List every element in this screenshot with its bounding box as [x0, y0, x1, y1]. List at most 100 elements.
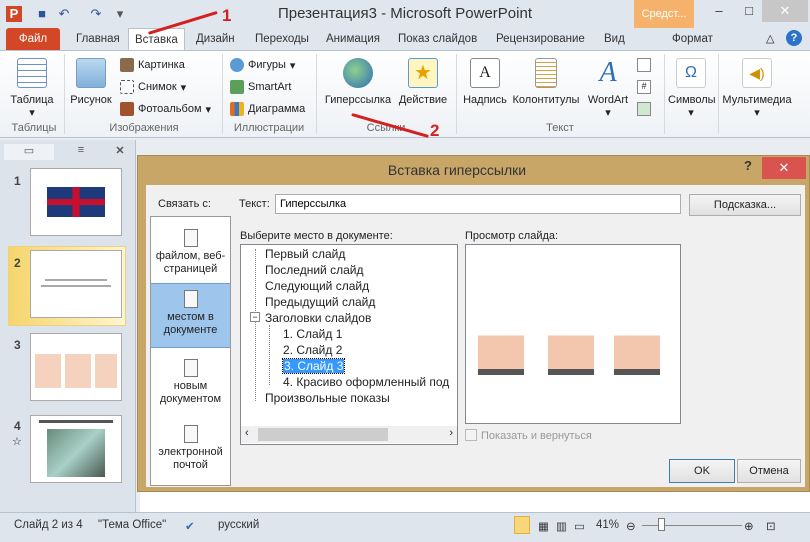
link-new-document[interactable]: новым документом [151, 353, 230, 406]
globe-link-icon [343, 58, 373, 88]
scroll-left-icon[interactable]: ‹ [245, 427, 249, 439]
link-email[interactable]: электронной почтой [151, 419, 230, 472]
tree-item[interactable]: 4. Красиво оформленный под [283, 375, 449, 389]
tree-item[interactable]: Заголовки слайдов [265, 311, 371, 325]
wordart-button[interactable]: A WordArt ▾ [584, 58, 632, 120]
tree-item[interactable]: Произвольные показы [265, 391, 390, 405]
slide-preview [465, 244, 681, 424]
dialog-help-button[interactable]: ? [744, 158, 752, 173]
zoom-slider-thumb[interactable] [658, 518, 665, 531]
tree-item[interactable]: Следующий слайд [265, 279, 369, 293]
help-icon[interactable]: ? [786, 30, 802, 46]
context-tab-tools[interactable]: Средст... [634, 0, 694, 28]
tab-view[interactable]: Вид [598, 28, 631, 50]
tree-item[interactable]: Предыдущий слайд [265, 295, 375, 309]
tree-item-selected[interactable]: 3. Слайд 3 [281, 358, 346, 374]
wordart-label: WordArt [587, 94, 629, 106]
file-web-icon [183, 229, 198, 247]
tab-review[interactable]: Рецензирование [490, 28, 591, 50]
header-footer-button[interactable]: Колонтитулы [510, 58, 582, 106]
zoom-in-button[interactable]: ⊕ [744, 519, 754, 533]
slideshow-icon[interactable]: ▭ [574, 519, 585, 533]
display-text-input[interactable] [275, 194, 681, 214]
show-and-return-checkbox[interactable] [465, 429, 477, 441]
fit-to-window-icon[interactable]: ⊡ [766, 519, 776, 533]
collapse-ribbon-icon[interactable]: △ [766, 32, 774, 45]
picture-label: Рисунок [70, 94, 112, 106]
slide-thumbnail-3[interactable] [30, 333, 122, 401]
zoom-level[interactable]: 41% [596, 519, 619, 531]
slides-tab[interactable]: ▭ [4, 144, 54, 160]
tab-design[interactable]: Дизайн [190, 28, 241, 50]
tab-home[interactable]: Главная [70, 28, 126, 50]
outline-tab[interactable]: ≡ [56, 144, 106, 160]
tree-horizontal-scrollbar[interactable]: ‹ › [241, 426, 457, 443]
slide-thumbnail-2[interactable] [30, 250, 122, 318]
textbox-icon: A [470, 58, 500, 88]
object-icon[interactable] [637, 102, 651, 116]
clipart-button[interactable]: Картинка [120, 58, 185, 72]
action-button[interactable]: ★ Действие [396, 58, 450, 106]
email-icon [183, 425, 198, 443]
document-place-tree[interactable]: Первый слайд Последний слайд Следующий с… [240, 244, 458, 445]
annotation-number-2: 2 [430, 121, 440, 140]
chart-button[interactable]: Диаграмма [230, 102, 305, 116]
close-window-button[interactable]: ✕ [762, 0, 808, 22]
shapes-label: Фигуры [248, 59, 286, 71]
hyperlink-button[interactable]: Гиперссылка [322, 58, 394, 106]
reading-view-icon[interactable]: ▥ [556, 519, 567, 533]
close-panel-icon[interactable]: ✕ [110, 144, 130, 160]
ok-button[interactable]: OK [669, 459, 735, 483]
tree-item[interactable]: 2. Слайд 2 [283, 343, 342, 357]
smartart-button[interactable]: SmartArt [230, 80, 291, 94]
slide-thumbnail-4[interactable] [30, 415, 122, 483]
cancel-button[interactable]: Отмена [737, 459, 801, 483]
tab-transitions[interactable]: Переходы [249, 28, 315, 50]
photo-album-button[interactable]: Фотоальбом ▾ [120, 102, 211, 116]
picture-button[interactable]: Рисунок [66, 58, 116, 106]
place-label: Выберите место в документе: [240, 230, 393, 242]
symbols-button[interactable]: Ω Символы ▾ [668, 58, 716, 119]
slide-thumbnail-1[interactable] [30, 168, 122, 236]
dialog-close-button[interactable]: ✕ [762, 157, 806, 179]
link-to-label: Связать с: [158, 198, 211, 210]
symbols-label: Символы [668, 94, 716, 106]
tree-item[interactable]: Первый слайд [265, 247, 345, 261]
language[interactable]: русский [218, 519, 259, 531]
tab-animations[interactable]: Анимация [320, 28, 386, 50]
zoom-slider[interactable] [642, 525, 742, 526]
table-label: Таблица [10, 94, 54, 106]
tab-slideshow[interactable]: Показ слайдов [392, 28, 483, 50]
link-existing-file[interactable]: файлом, веб-страницей [151, 223, 230, 276]
collapse-icon[interactable]: − [250, 312, 260, 322]
link-place-in-document[interactable]: местом в документе [151, 283, 230, 348]
tree-item[interactable]: Последний слайд [265, 263, 363, 277]
slide-sorter-icon[interactable]: ▦ [538, 519, 549, 533]
media-button[interactable]: ◀) Мультимедиа ▾ [720, 58, 794, 119]
screentip-button[interactable]: Подсказка... [689, 194, 801, 216]
tree-item[interactable]: 1. Слайд 1 [283, 327, 342, 341]
speaker-icon: ◀) [742, 58, 772, 88]
omega-icon: Ω [676, 58, 706, 88]
textbox-button[interactable]: A Надпись [460, 58, 510, 106]
link-to-nav: файлом, веб-страницей местом в документе… [150, 216, 231, 486]
theme-name[interactable]: "Тема Office" [98, 519, 166, 531]
notes-area[interactable] [140, 490, 810, 512]
shapes-button[interactable]: Фигуры ▾ [230, 58, 295, 72]
divider [664, 54, 665, 134]
animation-star-icon: ☆ [12, 436, 22, 448]
spellcheck-icon[interactable]: ✔ [185, 519, 195, 533]
houses-image [35, 354, 117, 388]
table-button[interactable]: Таблица ▾ [6, 58, 58, 119]
date-time-icon[interactable] [637, 58, 651, 72]
scroll-right-icon[interactable]: › [449, 427, 453, 439]
document-place-icon [183, 290, 198, 308]
normal-view-icon[interactable] [514, 516, 530, 534]
scroll-thumb[interactable] [258, 428, 388, 441]
zoom-out-button[interactable]: ⊖ [626, 519, 636, 533]
screenshot-button[interactable]: Снимок ▾ [120, 80, 186, 94]
group-label-text: Текст [546, 122, 574, 134]
tab-file[interactable]: Файл [6, 28, 60, 50]
slide-number-icon[interactable]: # [637, 80, 651, 94]
tab-format[interactable]: Формат [666, 28, 719, 50]
